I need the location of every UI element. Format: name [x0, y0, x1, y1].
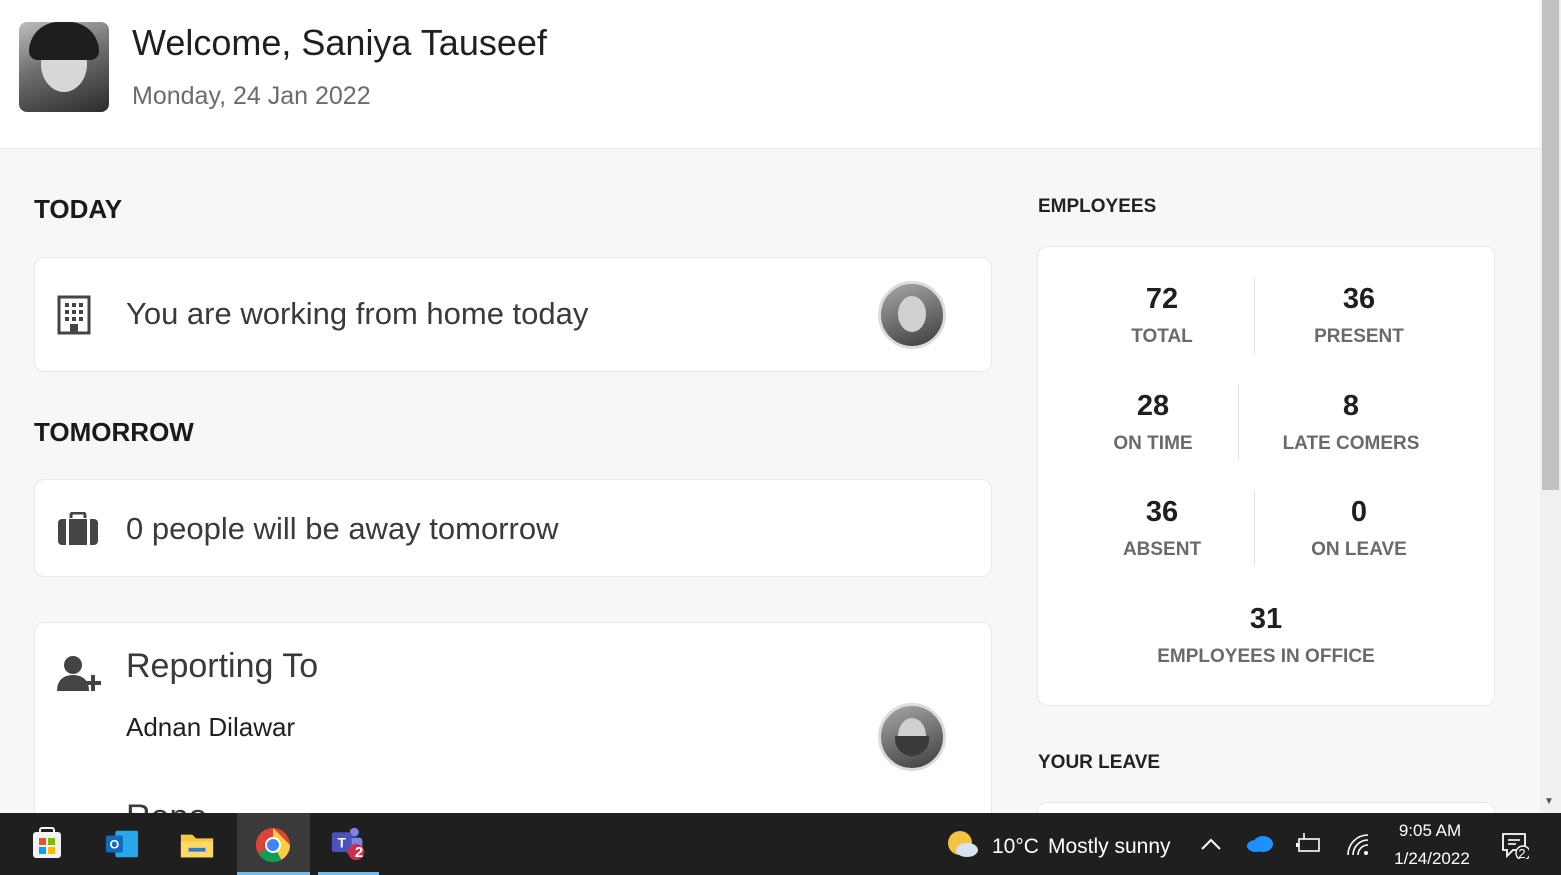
- stat-label: ABSENT: [1122, 539, 1202, 560]
- page-header: Welcome, Saniya Tauseef Monday, 24 Jan 2…: [0, 0, 1540, 149]
- divider: [1254, 277, 1255, 355]
- svg-text:O: O: [110, 838, 120, 852]
- stat-on-leave[interactable]: 0 ON LEAVE: [1264, 496, 1454, 561]
- stat-on-time[interactable]: 28 ON TIME: [1058, 390, 1248, 455]
- stat-label: LATE COMERS: [1282, 433, 1420, 454]
- stat-label: ON TIME: [1113, 433, 1193, 454]
- windows-start-icon[interactable]: [29, 826, 65, 862]
- stat-present[interactable]: 36 PRESENT: [1264, 283, 1454, 348]
- briefcase-icon: [58, 512, 98, 545]
- tomorrow-card: 0 people will be away tomorrow: [34, 479, 992, 577]
- stat-label: ON LEAVE: [1311, 539, 1407, 560]
- add-user-icon: [57, 656, 101, 691]
- stat-value: 36: [1145, 496, 1179, 528]
- your-leave-title: YOUR LEAVE: [1038, 752, 1161, 773]
- clock-date[interactable]: 1/24/2022: [1380, 849, 1484, 869]
- tomorrow-title: TOMORROW: [34, 417, 194, 447]
- chevron-up-icon[interactable]: [1200, 837, 1222, 851]
- reporting-card: Reporting To Adnan Dilawar Repo: [34, 622, 992, 836]
- today-message: You are working from home today: [126, 296, 589, 331]
- employees-card: 72 TOTAL 36 PRESENT 28 ON TIME 8 LATE CO…: [1037, 246, 1495, 706]
- stat-value: 28: [1136, 390, 1170, 422]
- divider: [1238, 384, 1239, 460]
- file-explorer-icon[interactable]: [179, 827, 215, 863]
- svg-text:T: T: [338, 836, 347, 851]
- tomorrow-message: 0 people will be away tomorrow: [126, 511, 559, 546]
- manager-name[interactable]: Adnan Dilawar: [126, 712, 295, 743]
- user-avatar[interactable]: [19, 22, 109, 112]
- stat-value: 31: [1249, 603, 1283, 635]
- stat-absent[interactable]: 36 ABSENT: [1067, 496, 1257, 561]
- today-card: You are working from home today: [34, 257, 992, 372]
- clock-time[interactable]: 9:05 AM: [1380, 821, 1480, 841]
- teams-badge: 2: [354, 844, 364, 861]
- stat-in-office[interactable]: 31 EMPLOYEES IN OFFICE: [1136, 603, 1396, 668]
- outlook-icon[interactable]: O: [104, 826, 140, 862]
- onedrive-icon[interactable]: [1246, 835, 1274, 853]
- welcome-title: Welcome, Saniya Tauseef: [132, 22, 547, 63]
- stat-label: PRESENT: [1314, 326, 1404, 347]
- scrollbar-thumb[interactable]: [1542, 0, 1559, 490]
- notification-badge: 2: [1518, 846, 1526, 861]
- weather-temp[interactable]: 10°C: [992, 835, 1039, 859]
- stat-value: 8: [1342, 390, 1360, 422]
- scroll-down-arrow[interactable]: ▼: [1544, 796, 1554, 807]
- manager-avatar[interactable]: [878, 703, 946, 771]
- current-date: Monday, 24 Jan 2022: [132, 82, 371, 110]
- today-title: TODAY: [34, 194, 123, 224]
- taskbar: O T 2 10°C Mostly sunny 9:05 AM 1/24/202…: [0, 813, 1561, 875]
- stat-value: 0: [1350, 496, 1368, 528]
- today-user-avatar[interactable]: [878, 281, 946, 349]
- divider: [1254, 490, 1255, 566]
- building-icon: [57, 295, 91, 335]
- battery-icon[interactable]: [1296, 833, 1322, 855]
- wifi-icon[interactable]: [1346, 833, 1370, 857]
- stat-value: 36: [1342, 283, 1376, 315]
- weather-icon[interactable]: [946, 829, 980, 861]
- stat-label: TOTAL: [1131, 326, 1193, 347]
- stat-late-comers[interactable]: 8 LATE COMERS: [1256, 390, 1446, 455]
- stat-value: 72: [1145, 283, 1179, 315]
- stat-total[interactable]: 72 TOTAL: [1067, 283, 1257, 348]
- reporting-title: Reporting To: [126, 647, 319, 685]
- chrome-icon[interactable]: [255, 827, 291, 863]
- stat-label: EMPLOYEES IN OFFICE: [1157, 646, 1375, 667]
- employees-title: EMPLOYEES: [1038, 196, 1157, 217]
- weather-desc[interactable]: Mostly sunny: [1048, 835, 1171, 859]
